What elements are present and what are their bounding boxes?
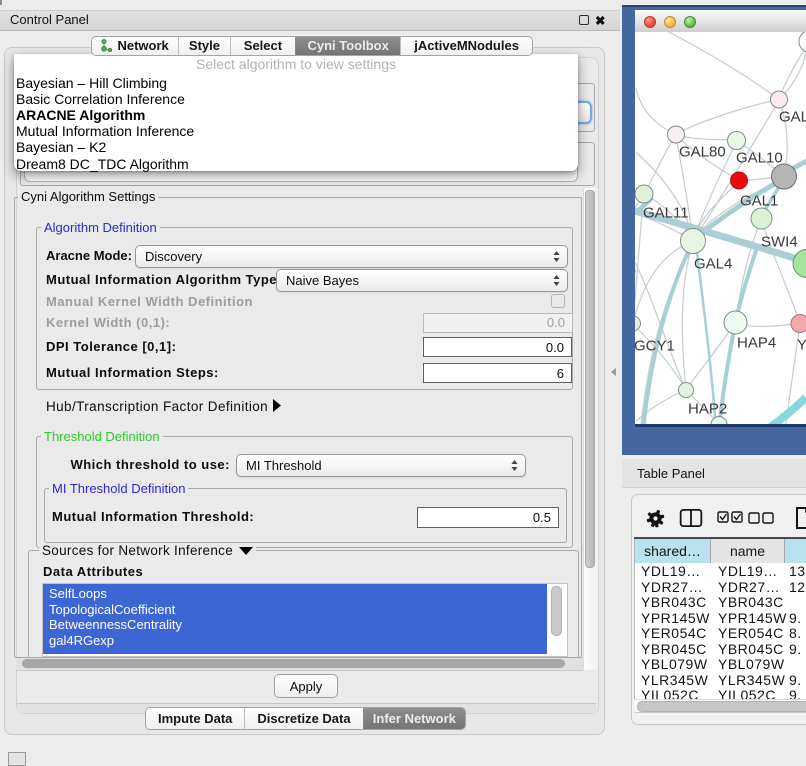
svg-text:GAL11: GAL11 <box>643 204 689 221</box>
svg-text:GAL1: GAL1 <box>740 192 778 209</box>
svg-text:GAL10: GAL10 <box>736 149 783 166</box>
svg-text:HAP2: HAP2 <box>688 400 727 417</box>
svg-text:GAL7: GAL7 <box>779 108 806 125</box>
svg-text:SWI4: SWI4 <box>761 233 798 250</box>
svg-text:HAP4: HAP4 <box>737 334 776 351</box>
svg-text:GCY1: GCY1 <box>635 337 675 354</box>
svg-text:GAL4: GAL4 <box>694 255 732 272</box>
svg-text:Y: Y <box>797 336 806 353</box>
svg-text:GAL80: GAL80 <box>679 143 726 160</box>
